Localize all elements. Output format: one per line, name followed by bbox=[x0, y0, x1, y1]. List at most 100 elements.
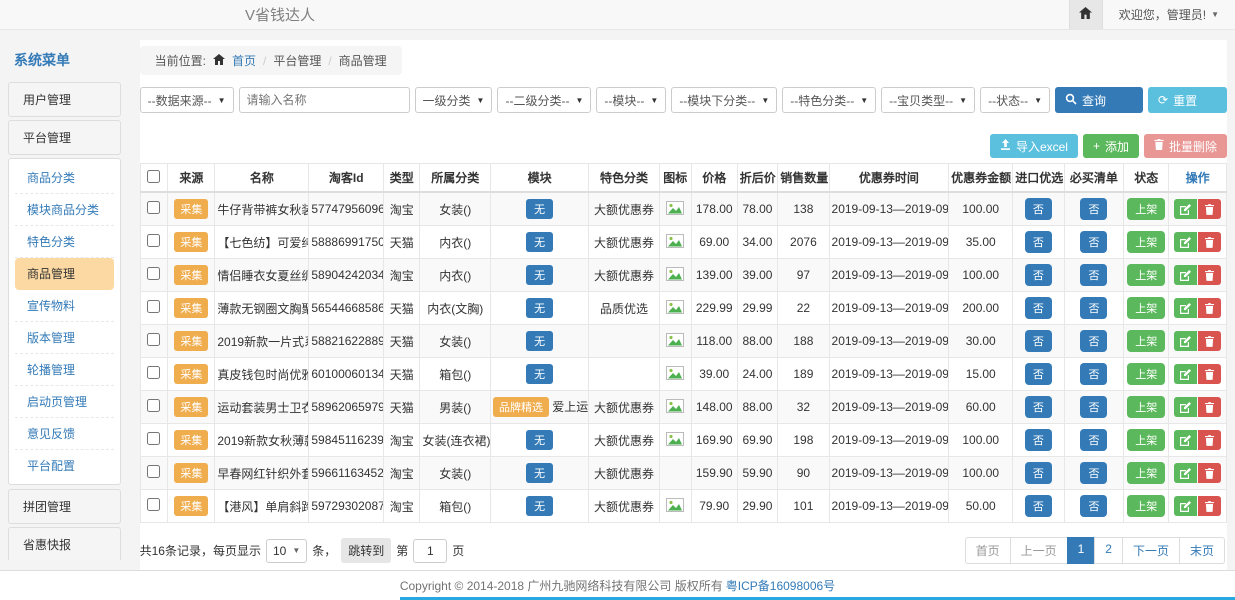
import-select-toggle[interactable]: 否 bbox=[1025, 462, 1052, 484]
must-buy-toggle[interactable]: 否 bbox=[1080, 462, 1107, 484]
page-button[interactable]: 上一页 bbox=[1010, 537, 1068, 564]
sidebar-section[interactable]: 用户管理 bbox=[8, 82, 121, 117]
home-button[interactable] bbox=[1069, 0, 1103, 29]
add-button[interactable]: + 添加 bbox=[1083, 134, 1139, 158]
sidebar-item[interactable]: 启动页管理 bbox=[15, 386, 114, 418]
status-toggle[interactable]: 上架 bbox=[1127, 429, 1165, 451]
must-buy-toggle[interactable]: 否 bbox=[1080, 330, 1107, 352]
status-toggle[interactable]: 上架 bbox=[1127, 495, 1165, 517]
name-input[interactable] bbox=[239, 87, 410, 113]
edit-button[interactable] bbox=[1174, 496, 1197, 516]
edit-button[interactable] bbox=[1174, 430, 1197, 450]
status-toggle[interactable]: 上架 bbox=[1127, 198, 1165, 220]
status-toggle[interactable]: 上架 bbox=[1127, 264, 1165, 286]
edit-button[interactable] bbox=[1174, 397, 1197, 417]
must-buy-toggle[interactable]: 否 bbox=[1080, 264, 1107, 286]
import-select-toggle[interactable]: 否 bbox=[1025, 297, 1052, 319]
edit-button[interactable] bbox=[1174, 232, 1197, 252]
breadcrumb-home-link[interactable]: 首页 bbox=[232, 52, 256, 69]
sidebar-item[interactable]: 平台配置 bbox=[15, 450, 114, 481]
sidebar-item[interactable]: 宣传物料 bbox=[15, 290, 114, 322]
sidebar-section[interactable]: 拼团管理 bbox=[8, 489, 121, 524]
search-button[interactable]: 查询 bbox=[1055, 87, 1143, 113]
delete-button[interactable] bbox=[1198, 265, 1221, 285]
status-toggle[interactable]: 上架 bbox=[1127, 231, 1165, 253]
sidebar-item[interactable]: 商品分类 bbox=[15, 162, 114, 194]
must-buy-toggle[interactable]: 否 bbox=[1080, 363, 1107, 385]
item-type-select[interactable]: --宝贝类型--▼ bbox=[881, 87, 975, 113]
edit-button[interactable] bbox=[1174, 265, 1197, 285]
row-checkbox[interactable] bbox=[147, 201, 160, 214]
status-select[interactable]: --状态--▼ bbox=[980, 87, 1050, 113]
page-button[interactable]: 2 bbox=[1094, 537, 1123, 564]
icp-link[interactable]: 粤ICP备16098006号 bbox=[726, 577, 835, 594]
sidebar-section[interactable]: 省惠快报 bbox=[8, 527, 121, 560]
edit-button[interactable] bbox=[1174, 199, 1197, 219]
row-checkbox[interactable] bbox=[147, 498, 160, 511]
status-toggle[interactable]: 上架 bbox=[1127, 462, 1165, 484]
user-menu[interactable]: 欢迎您，管理员! ▼ bbox=[1103, 6, 1235, 23]
level2-category-select[interactable]: --二级分类--▼ bbox=[497, 87, 591, 113]
sidebar-section[interactable]: 平台管理 bbox=[8, 120, 121, 155]
sidebar-item[interactable]: 特色分类 bbox=[15, 226, 114, 258]
sidebar-item[interactable]: 版本管理 bbox=[15, 322, 114, 354]
import-select-toggle[interactable]: 否 bbox=[1025, 495, 1052, 517]
status-toggle[interactable]: 上架 bbox=[1127, 297, 1165, 319]
delete-button[interactable] bbox=[1198, 199, 1221, 219]
delete-button[interactable] bbox=[1198, 463, 1221, 483]
row-checkbox[interactable] bbox=[147, 300, 160, 313]
module-sub-category-select[interactable]: --模块下分类--▼ bbox=[671, 87, 777, 113]
import-select-toggle[interactable]: 否 bbox=[1025, 231, 1052, 253]
import-select-toggle[interactable]: 否 bbox=[1025, 330, 1052, 352]
must-buy-toggle[interactable]: 否 bbox=[1080, 297, 1107, 319]
delete-button[interactable] bbox=[1198, 298, 1221, 318]
import-excel-button[interactable]: 导入excel bbox=[990, 134, 1078, 158]
row-checkbox[interactable] bbox=[147, 366, 160, 379]
page-button[interactable]: 下一页 bbox=[1122, 537, 1180, 564]
reset-button[interactable]: ⟳ 重置 bbox=[1148, 87, 1227, 113]
must-buy-toggle[interactable]: 否 bbox=[1080, 396, 1107, 418]
delete-button[interactable] bbox=[1198, 496, 1221, 516]
row-checkbox[interactable] bbox=[147, 333, 160, 346]
page-button[interactable]: 末页 bbox=[1179, 537, 1225, 564]
page-button[interactable]: 1 bbox=[1067, 537, 1096, 564]
status-toggle[interactable]: 上架 bbox=[1127, 396, 1165, 418]
row-checkbox[interactable] bbox=[147, 267, 160, 280]
jump-page-input[interactable] bbox=[413, 539, 447, 563]
row-checkbox[interactable] bbox=[147, 399, 160, 412]
delete-button[interactable] bbox=[1198, 430, 1221, 450]
delete-button[interactable] bbox=[1198, 397, 1221, 417]
edit-button[interactable] bbox=[1174, 463, 1197, 483]
delete-button[interactable] bbox=[1198, 331, 1221, 351]
module-select[interactable]: --模块--▼ bbox=[596, 87, 666, 113]
edit-button[interactable] bbox=[1174, 364, 1197, 384]
row-checkbox[interactable] bbox=[147, 465, 160, 478]
edit-button[interactable] bbox=[1174, 331, 1197, 351]
must-buy-toggle[interactable]: 否 bbox=[1080, 198, 1107, 220]
delete-button[interactable] bbox=[1198, 364, 1221, 384]
must-buy-toggle[interactable]: 否 bbox=[1080, 231, 1107, 253]
sidebar-item[interactable]: 轮播管理 bbox=[15, 354, 114, 386]
status-toggle[interactable]: 上架 bbox=[1127, 330, 1165, 352]
delete-button[interactable] bbox=[1198, 232, 1221, 252]
row-checkbox[interactable] bbox=[147, 234, 160, 247]
import-select-toggle[interactable]: 否 bbox=[1025, 396, 1052, 418]
data-source-select[interactable]: --数据来源--▼ bbox=[140, 87, 234, 113]
import-select-toggle[interactable]: 否 bbox=[1025, 363, 1052, 385]
jump-to-button[interactable]: 跳转到 bbox=[341, 538, 391, 563]
sidebar-item[interactable]: 意见反馈 bbox=[15, 418, 114, 450]
must-buy-toggle[interactable]: 否 bbox=[1080, 495, 1107, 517]
batch-delete-button[interactable]: 批量删除 bbox=[1144, 134, 1227, 158]
import-select-toggle[interactable]: 否 bbox=[1025, 198, 1052, 220]
page-size-select[interactable]: 10 ▼ bbox=[266, 539, 307, 563]
page-button[interactable]: 首页 bbox=[965, 537, 1011, 564]
row-checkbox[interactable] bbox=[147, 432, 160, 445]
select-all-checkbox[interactable] bbox=[147, 170, 160, 183]
import-select-toggle[interactable]: 否 bbox=[1025, 429, 1052, 451]
sidebar-item[interactable]: 模块商品分类 bbox=[15, 194, 114, 226]
feature-category-select[interactable]: --特色分类--▼ bbox=[782, 87, 876, 113]
must-buy-toggle[interactable]: 否 bbox=[1080, 429, 1107, 451]
edit-button[interactable] bbox=[1174, 298, 1197, 318]
level1-category-select[interactable]: 一级分类▼ bbox=[415, 87, 493, 113]
import-select-toggle[interactable]: 否 bbox=[1025, 264, 1052, 286]
